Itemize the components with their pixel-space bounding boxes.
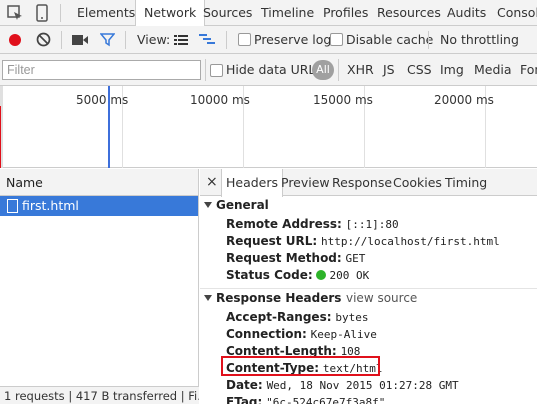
network-toolbar: View: Preserve log Disable cache No thro… <box>0 26 537 54</box>
filter-js-button[interactable]: JS <box>383 54 395 86</box>
tab-headers[interactable]: Headers <box>221 169 284 197</box>
document-icon <box>7 199 18 213</box>
general-request-url: Request URL: http://localhost/first.html <box>226 234 500 248</box>
general-status-code: Status Code: 200 OK <box>226 268 370 282</box>
tab-cookies[interactable]: Cookies <box>393 169 442 196</box>
tab-preview[interactable]: Preview <box>281 169 330 196</box>
status-ok-dot-icon <box>316 270 327 280</box>
tab-sources[interactable]: Sources <box>195 0 260 26</box>
details-tab-bar: × Headers Preview Response Cookies Timin… <box>200 169 537 197</box>
close-icon[interactable]: × <box>206 169 218 196</box>
content-type-highlight-box <box>221 356 380 376</box>
record-icon[interactable] <box>8 33 22 50</box>
timeline-overview[interactable]: 5000 ms 10000 ms 15000 ms 20000 ms <box>0 86 537 168</box>
disable-cache-label[interactable]: Disable cache <box>346 32 433 47</box>
timeline-tick-label: 10000 ms <box>190 93 250 107</box>
preserve-log-label[interactable]: Preserve log <box>254 32 331 47</box>
timeline-tick-label: 15000 ms <box>313 93 373 107</box>
expand-triangle-icon <box>204 295 212 301</box>
general-request-method: Request Method: GET <box>226 251 366 265</box>
inspect-element-icon[interactable] <box>7 5 23 24</box>
tab-audits[interactable]: Audits <box>439 0 494 26</box>
tab-elements[interactable]: Elements <box>69 0 143 26</box>
filter-icon[interactable] <box>99 32 116 50</box>
timeline-tick-label: 5000 ms <box>76 93 129 107</box>
disable-cache-checkbox[interactable] <box>330 33 343 46</box>
tab-timing[interactable]: Timing <box>445 169 487 196</box>
filter-xhr-button[interactable]: XHR <box>347 54 374 86</box>
view-label: View: <box>137 32 171 47</box>
device-mode-icon[interactable] <box>35 4 49 25</box>
tab-timeline[interactable]: Timeline <box>253 0 322 26</box>
hide-data-urls-checkbox[interactable] <box>210 64 223 77</box>
response-connection: Connection: Keep-Alive <box>226 327 377 341</box>
dom-content-loaded-marker <box>108 86 110 168</box>
request-row[interactable]: first.html <box>0 196 198 216</box>
tab-resources[interactable]: Resources <box>369 0 449 26</box>
hide-data-urls-label[interactable]: Hide data URLs <box>226 54 322 86</box>
devtools-tab-bar: Elements Network Sources Timeline Profil… <box>0 0 537 27</box>
general-remote-address: Remote Address: [::1]:80 <box>226 217 399 231</box>
general-section-toggle[interactable]: General <box>204 198 269 212</box>
filter-input[interactable] <box>2 60 201 80</box>
capture-screenshots-icon[interactable] <box>72 34 88 49</box>
response-headers-section-toggle[interactable]: Response Headers <box>204 291 341 305</box>
view-source-link[interactable]: view source <box>346 291 417 305</box>
overview-icon[interactable] <box>199 34 215 49</box>
tab-console[interactable]: Console <box>489 0 537 26</box>
load-event-marker <box>0 106 1 168</box>
filter-css-button[interactable]: CSS <box>407 54 432 86</box>
large-rows-icon[interactable] <box>174 35 188 49</box>
response-date: Date: Wed, 18 Nov 2015 01:27:28 GMT <box>226 378 459 392</box>
response-etag: ETag: "6c-524c67e7f3a8f" <box>226 395 386 404</box>
timeline-tick-label: 20000 ms <box>434 93 494 107</box>
tab-profiles[interactable]: Profiles <box>315 0 376 26</box>
request-name: first.html <box>22 198 79 213</box>
filter-all-button[interactable]: All <box>312 60 334 80</box>
request-list: Name first.html 1 requests | 417 B trans… <box>0 169 199 404</box>
filter-media-button[interactable]: Media <box>474 54 512 86</box>
throttling-select[interactable]: No throttling <box>440 32 519 47</box>
filter-img-button[interactable]: Img <box>440 54 464 86</box>
preserve-log-checkbox[interactable] <box>238 33 251 46</box>
filter-font-button[interactable]: Font <box>520 54 537 86</box>
expand-triangle-icon <box>204 202 212 208</box>
clear-icon[interactable] <box>36 32 51 50</box>
network-summary: 1 requests | 417 B transferred | Fi... <box>0 386 199 404</box>
response-accept-ranges: Accept-Ranges: bytes <box>226 310 369 324</box>
tab-response[interactable]: Response <box>332 169 392 196</box>
name-column-header[interactable]: Name <box>0 169 198 196</box>
